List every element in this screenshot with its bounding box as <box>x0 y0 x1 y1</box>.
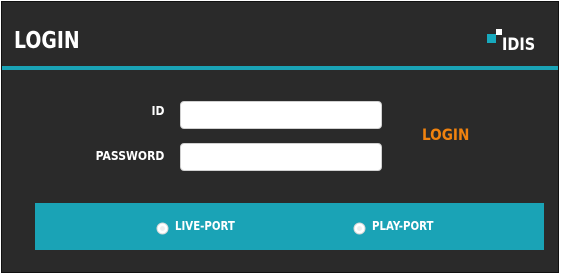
idis-logo: IDIS <box>476 26 546 56</box>
id-label: ID <box>151 104 164 118</box>
id-input[interactable] <box>180 101 382 129</box>
radio-icon[interactable] <box>353 220 366 234</box>
live-port-label: LIVE-PORT <box>175 219 235 233</box>
play-port-option[interactable]: PLAY-PORT <box>353 217 444 235</box>
logo-text: IDIS <box>502 35 536 55</box>
password-input[interactable] <box>180 143 382 171</box>
play-port-label: PLAY-PORT <box>372 219 434 233</box>
title-divider <box>2 66 558 70</box>
login-button[interactable]: LOGIN <box>422 125 469 144</box>
window-title: LOGIN <box>14 28 80 54</box>
radio-icon[interactable] <box>156 220 169 234</box>
port-selection-bar: LIVE-PORT PLAY-PORT <box>35 203 544 250</box>
password-label: PASSWORD <box>95 149 164 163</box>
live-port-option[interactable]: LIVE-PORT <box>156 217 245 235</box>
title-bar: LOGIN IDIS <box>2 2 558 66</box>
logo-mark-icon <box>487 34 496 43</box>
login-window: LOGIN IDIS ID PASSWORD LOGIN LIVE-PORT P… <box>1 1 559 273</box>
